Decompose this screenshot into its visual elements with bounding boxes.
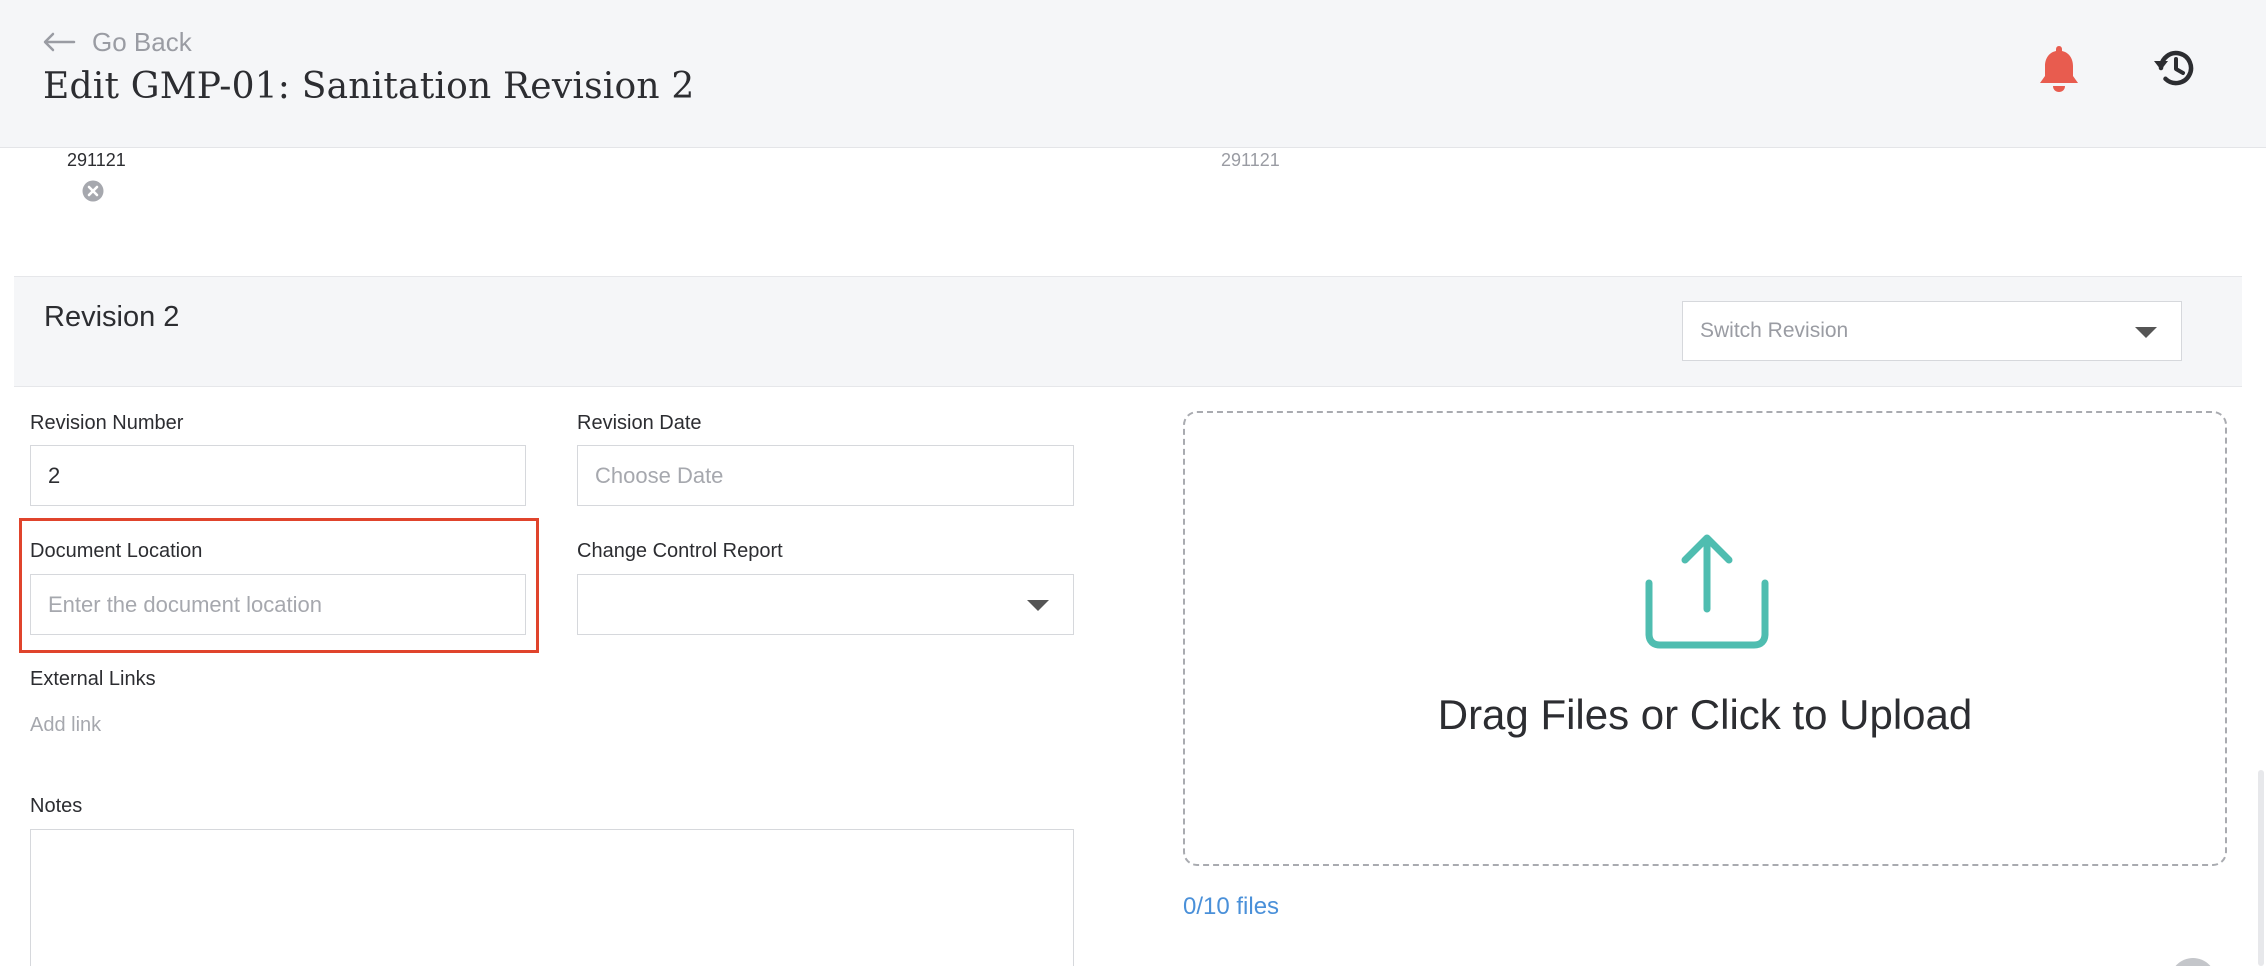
bell-icon[interactable] bbox=[2033, 42, 2085, 94]
revision-title: Revision 2 bbox=[44, 301, 180, 333]
close-circle-icon[interactable] bbox=[82, 180, 104, 202]
add-link-button[interactable]: Add link bbox=[30, 714, 101, 737]
file-upload-dropzone[interactable]: Drag Files or Click to Upload bbox=[1183, 411, 2227, 866]
change-control-report-label: Change Control Report bbox=[577, 540, 783, 562]
notes-textarea[interactable] bbox=[30, 829, 1074, 966]
revision-date-label: Revision Date bbox=[577, 412, 702, 434]
history-icon[interactable] bbox=[2152, 44, 2200, 92]
switch-revision-placeholder: Switch Revision bbox=[1700, 319, 1849, 342]
upload-icon bbox=[1645, 534, 1769, 649]
chevron-down-icon bbox=[2135, 327, 2157, 338]
edit-document-page: Go Back Edit GMP-01: Sanitation Revision… bbox=[0, 0, 2266, 966]
page-title: Edit GMP-01: Sanitation Revision 2 bbox=[43, 66, 695, 107]
go-back-link[interactable]: Go Back bbox=[42, 24, 192, 60]
help-button[interactable] bbox=[2170, 958, 2216, 966]
previous-value-left: 291121 bbox=[67, 150, 126, 170]
notes-label: Notes bbox=[30, 795, 83, 817]
external-links-label: External Links bbox=[30, 668, 156, 690]
chevron-down-icon bbox=[1027, 600, 1049, 611]
document-location-label: Document Location bbox=[30, 540, 203, 562]
document-location-input[interactable]: Enter the document location bbox=[30, 574, 526, 635]
page-header: Go Back Edit GMP-01: Sanitation Revision… bbox=[0, 0, 2266, 148]
revision-number-label: Revision Number bbox=[30, 412, 184, 434]
revision-number-input[interactable]: 2 bbox=[30, 445, 526, 506]
switch-revision-dropdown[interactable]: Switch Revision bbox=[1682, 301, 2182, 361]
revision-date-input[interactable]: Choose Date bbox=[577, 445, 1074, 506]
change-control-report-select[interactable] bbox=[577, 574, 1074, 635]
upload-instructions: Drag Files or Click to Upload bbox=[1437, 691, 1973, 738]
arrow-left-icon bbox=[43, 32, 76, 52]
previous-value-right: 291121 bbox=[1221, 150, 1280, 170]
file-count: 0/10 files bbox=[1183, 893, 1280, 920]
scrollbar[interactable] bbox=[2258, 770, 2264, 966]
revision-header: Revision 2 Switch Revision bbox=[14, 276, 2242, 387]
go-back-label: Go Back bbox=[92, 26, 192, 57]
